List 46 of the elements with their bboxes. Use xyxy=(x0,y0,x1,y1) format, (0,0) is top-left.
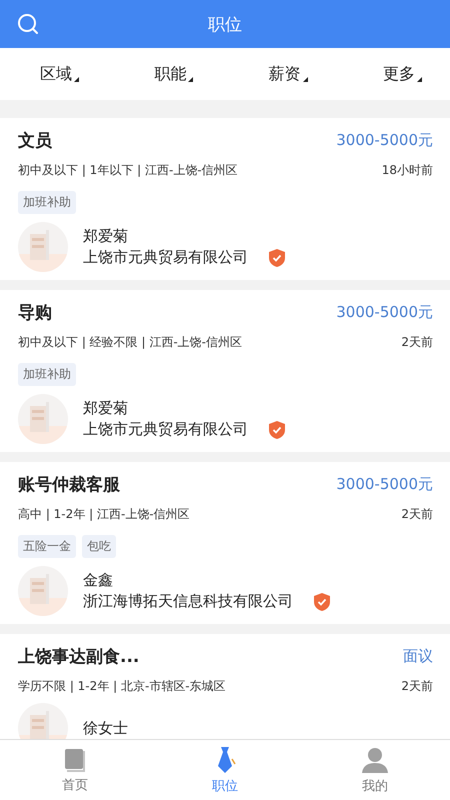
search-icon[interactable] xyxy=(17,13,39,35)
salary: 3000-5000元 xyxy=(336,475,433,494)
job-meta: 高中 | 1-2年 | 江西-上饶-信州区 xyxy=(18,506,190,523)
job-card[interactable]: 账号仲裁客服 3000-5000元 高中 | 1-2年 | 江西-上饶-信州区 2天前 五险一金 包吃 金鑫 浙江海博拓天信息科技有限公司 xyxy=(0,462,450,624)
job-meta: 学历不限 | 1-2年 | 北京-市辖区-东城区 xyxy=(18,678,226,695)
caret-icon xyxy=(188,76,194,82)
salary: 3000-5000元 xyxy=(336,303,433,322)
job-card[interactable]: 导购 3000-5000元 初中及以下 | 经验不限 | 江西-上饶-信州区 2天前 加班补助 郑爱菊 上饶市元典贸易有限公司 xyxy=(0,290,450,452)
recruiter-name: 郑爱菊 xyxy=(83,226,129,246)
caret-icon xyxy=(74,76,79,82)
filter-dropdown[interactable]: 薪资 xyxy=(268,64,308,84)
benefit-tag: 加班补助 xyxy=(18,191,76,214)
salary: 3000-5000元 xyxy=(336,131,433,150)
company-name: 浙江海博拓天信息科技有限公司 xyxy=(83,592,293,611)
book-icon xyxy=(62,746,88,772)
post-time: 2天前 xyxy=(401,506,433,523)
recruiter-name: 郑爱菊 xyxy=(83,398,129,418)
benefit-tag: 五险一金 xyxy=(18,535,76,558)
nav-tab[interactable]: 职位 xyxy=(185,746,265,794)
filter-dropdown[interactable]: 更多 xyxy=(382,64,422,84)
post-time: 2天前 xyxy=(401,678,433,695)
filter-dropdown[interactable]: 区域 xyxy=(40,64,79,84)
job-title: 文员 xyxy=(18,130,52,152)
salary: 面议 xyxy=(403,647,433,666)
job-meta: 初中及以下 | 1年以下 | 江西-上饶-信州区 xyxy=(18,162,238,179)
job-card[interactable]: 文员 3000-5000元 初中及以下 | 1年以下 | 江西-上饶-信州区 18小时前 加班补助 郑爱菊 上饶市元典贸易有限公司 xyxy=(0,118,450,280)
nav-tab[interactable]: 我的 xyxy=(335,746,415,794)
benefit-tag: 加班补助 xyxy=(18,363,76,386)
job-meta: 初中及以下 | 经验不限 | 江西-上饶-信州区 xyxy=(18,334,242,351)
nav-tab[interactable]: 首页 xyxy=(35,746,115,794)
job-title: 上饶事达副食... xyxy=(18,646,140,668)
person-icon xyxy=(361,746,389,774)
company-name: 上饶市元典贸易有限公司 xyxy=(83,420,248,439)
company-name: 上饶市元典贸易有限公司 xyxy=(83,248,248,267)
benefit-tag: 包吃 xyxy=(82,535,116,558)
caret-icon xyxy=(416,76,422,82)
post-time: 18小时前 xyxy=(382,162,433,179)
recruiter-name: 金鑫 xyxy=(83,570,114,590)
job-title: 导购 xyxy=(18,302,52,324)
job-card[interactable]: 上饶事达副食... 面议 学历不限 | 1-2年 | 北京-市辖区-东城区 2天前 徐女士 xyxy=(0,634,450,739)
job-title: 账号仲裁客服 xyxy=(18,474,120,496)
recruiter-name: 徐女士 xyxy=(83,718,128,738)
post-time: 2天前 xyxy=(401,334,433,351)
filter-dropdown[interactable]: 职能 xyxy=(154,64,194,84)
page-title: 职位 xyxy=(208,14,242,36)
caret-icon xyxy=(302,76,308,82)
